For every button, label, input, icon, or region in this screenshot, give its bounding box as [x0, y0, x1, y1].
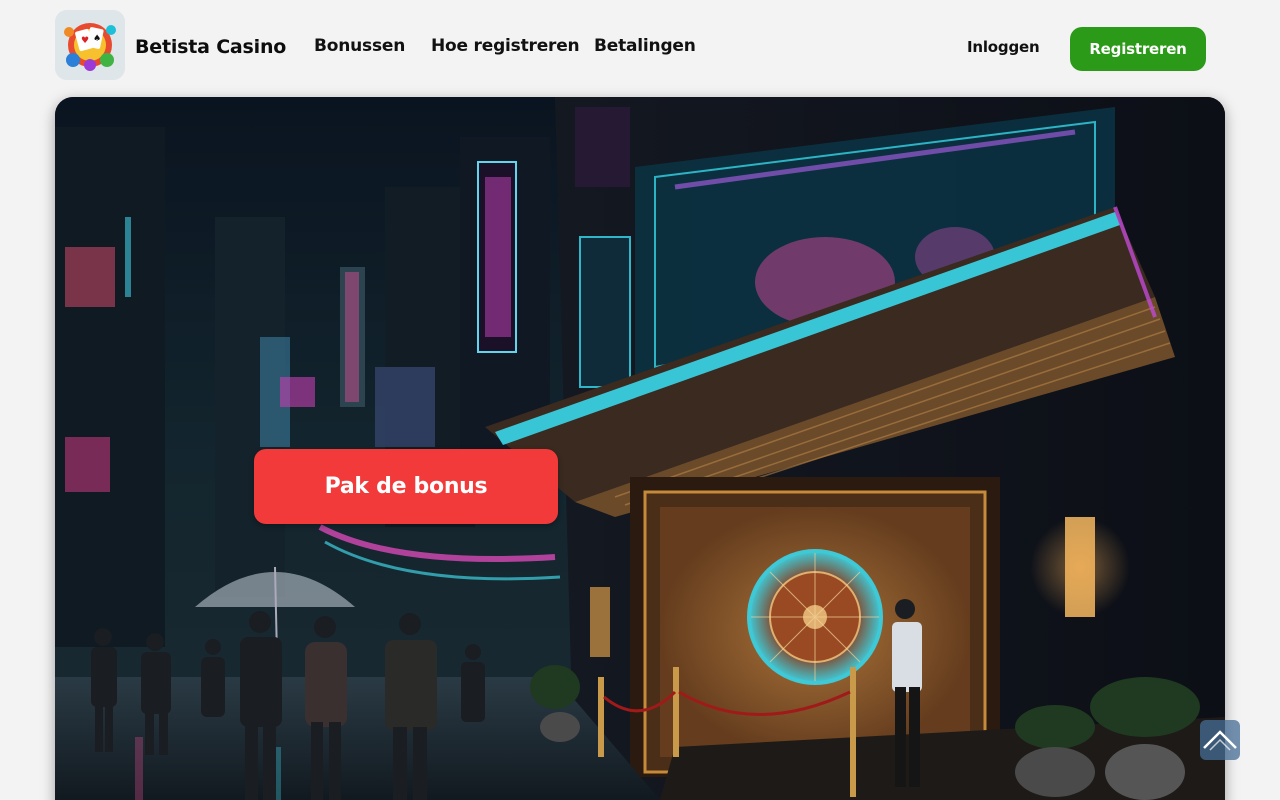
svg-text:♥: ♥ [81, 36, 89, 46]
chevron-up-icon [1203, 730, 1237, 751]
login-link[interactable]: Inloggen [967, 38, 1040, 56]
nav-link-hoe-registreren[interactable]: Hoe registreren [431, 36, 580, 56]
hero-banner: Pak de bonus [55, 97, 1225, 800]
nav-link-bonussen[interactable]: Bonussen [314, 36, 405, 56]
claim-bonus-button[interactable]: Pak de bonus [254, 449, 558, 524]
nav-link-betalingen[interactable]: Betalingen [594, 36, 696, 56]
site-header: ♥ ♠ Betista Casino Bonussen Hoe registre… [0, 0, 1280, 96]
register-button[interactable]: Registreren [1070, 27, 1206, 71]
brand-name[interactable]: Betista Casino [135, 36, 286, 58]
scroll-to-top-button[interactable] [1200, 720, 1240, 760]
casino-logo-icon[interactable]: ♥ ♠ [55, 10, 125, 80]
hero-background-image [55, 97, 1225, 800]
svg-text:♠: ♠ [93, 34, 101, 44]
